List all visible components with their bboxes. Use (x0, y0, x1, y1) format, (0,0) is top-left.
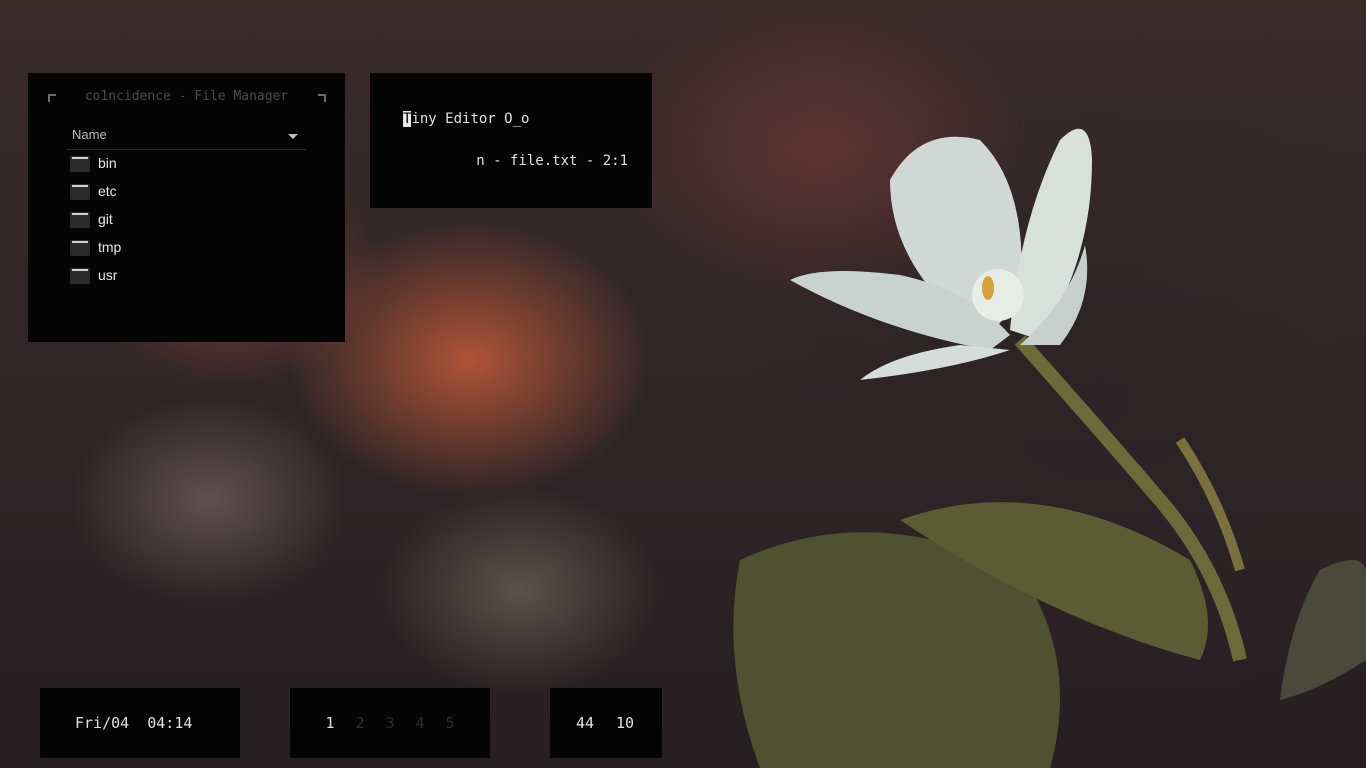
workspace-3[interactable]: 3 (383, 714, 397, 732)
stat-value-a: 44 (576, 714, 595, 732)
name-column-header[interactable]: Name (66, 125, 306, 150)
folder-item-tmp[interactable]: tmp (70, 238, 306, 266)
folder-item-usr[interactable]: usr (70, 266, 306, 294)
folder-name: bin (98, 155, 117, 171)
folder-item-etc[interactable]: etc (70, 182, 306, 210)
sort-caret-icon[interactable] (288, 134, 298, 139)
file-manager-window: co1ncidence - File Manager Name bin etc … (28, 73, 345, 342)
workspace-5[interactable]: 5 (443, 714, 457, 732)
folder-icon (70, 156, 90, 172)
folder-item-bin[interactable]: bin (70, 154, 306, 182)
folder-icon (70, 184, 90, 200)
folder-icon (70, 212, 90, 228)
clock-widget: Fri/04 04:14 (40, 688, 240, 758)
workspace-switcher: 1 2 3 4 5 (290, 688, 490, 758)
folder-name: tmp (98, 239, 122, 255)
folder-icon (70, 240, 90, 256)
column-header-label: Name (72, 127, 107, 142)
folder-name: etc (98, 183, 117, 199)
date-time: Fri/04 04:14 (75, 714, 193, 732)
workspace-4[interactable]: 4 (413, 714, 427, 732)
editor-status-line: n - file.txt - 2:1 (476, 153, 628, 169)
editor-text: iny Editor O_o (411, 111, 530, 127)
flower-wallpaper-art (733, 128, 1366, 768)
folder-name: usr (98, 267, 118, 283)
folder-name: git (98, 211, 113, 227)
folder-item-git[interactable]: git (70, 210, 306, 238)
text-editor-window[interactable]: Tiny Editor O_o n - file.txt - 2:1 (370, 73, 652, 208)
stat-value-b: 10 (616, 714, 635, 732)
system-stats-widget: 44 10 (550, 688, 662, 758)
workspace-2[interactable]: 2 (353, 714, 367, 732)
file-list: bin etc git tmp usr (70, 154, 306, 294)
editor-text-line[interactable]: Tiny Editor O_o (403, 111, 529, 127)
folder-icon (70, 268, 90, 284)
window-title: co1ncidence - File Manager (84, 89, 289, 104)
workspace-1[interactable]: 1 (323, 714, 337, 732)
